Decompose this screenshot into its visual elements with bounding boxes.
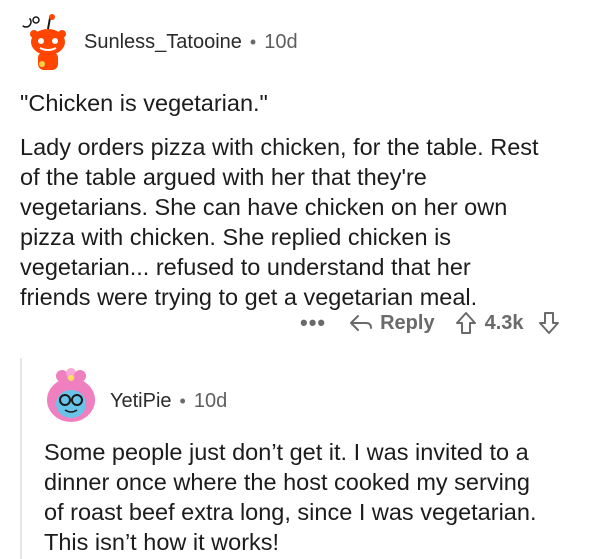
separator-dot: • — [249, 32, 257, 52]
timestamp: 10d — [264, 31, 298, 53]
comment-line: pizza with chicken. She replied chicken … — [20, 224, 452, 250]
upvote-arrow-icon — [455, 312, 476, 334]
comment-line: of roast beef extra long, since I was ve… — [44, 499, 537, 525]
comment-line: Some people just don’t get it. I was inv… — [44, 439, 529, 465]
comment-body: Lady orders pizza with chicken, for the … — [20, 132, 539, 312]
comment-line: Lady orders pizza with chicken, for the … — [20, 134, 539, 160]
yeti-avatar-icon — [40, 364, 102, 426]
comment-line: vegetarian... refused to understand that… — [20, 254, 471, 280]
reply-arrow-icon — [350, 315, 373, 331]
downvote-arrow-icon — [538, 312, 559, 334]
comment-line: friends were trying to get a vegetarian … — [20, 284, 478, 310]
more-options-button[interactable]: ••• — [300, 310, 326, 336]
comment-title: "Chicken is vegetarian." — [20, 90, 268, 116]
comment-line: of the table argued with her that they'r… — [20, 164, 427, 190]
avatar[interactable] — [40, 364, 102, 426]
timestamp: 10d — [193, 390, 228, 412]
vote-count: 4.3k — [484, 311, 524, 334]
reply-label: Reply — [380, 311, 435, 334]
separator-dot: • — [179, 391, 186, 411]
downvote-button[interactable] — [538, 311, 560, 335]
thread-line — [20, 358, 22, 559]
comment-line: vegetarians. She can have chicken on her… — [20, 194, 508, 220]
upvote-button[interactable] — [455, 311, 477, 335]
username[interactable]: Sunless_Tatooine — [84, 31, 242, 54]
avatar[interactable] — [18, 12, 78, 72]
comment-line: This isn’t how it works! — [44, 529, 280, 555]
username[interactable]: YetiPie — [110, 390, 172, 413]
comment-line: dinner once where the host cooked my ser… — [44, 469, 530, 495]
reply-button[interactable]: Reply — [348, 311, 435, 335]
snoo-avatar-icon — [18, 12, 78, 72]
comment-body: Some people just don’t get it. I was inv… — [44, 437, 536, 557]
